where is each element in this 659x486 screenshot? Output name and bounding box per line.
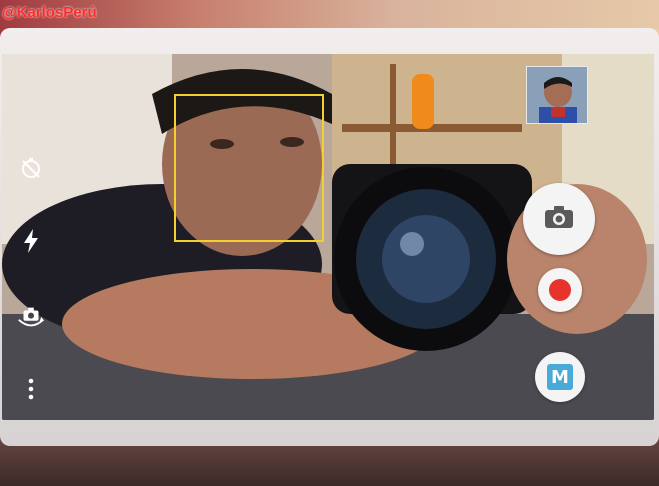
flash-icon[interactable]: [16, 226, 46, 256]
record-icon: [549, 279, 571, 301]
face-detection-box: [174, 94, 324, 242]
more-options-icon[interactable]: [16, 374, 46, 404]
mode-button[interactable]: M: [535, 352, 585, 402]
record-video-button[interactable]: [538, 268, 582, 312]
last-photo-thumbnail[interactable]: [526, 66, 588, 124]
shutter-button[interactable]: [523, 183, 595, 255]
camera-viewfinder[interactable]: M: [2, 54, 654, 420]
switch-camera-icon[interactable]: [16, 302, 46, 332]
mode-label: M: [547, 364, 573, 390]
timer-off-icon[interactable]: [16, 153, 46, 183]
watermark: @KarlosPerú: [2, 4, 97, 21]
camera-icon: [544, 205, 574, 234]
thumbnail-image: [527, 67, 587, 123]
